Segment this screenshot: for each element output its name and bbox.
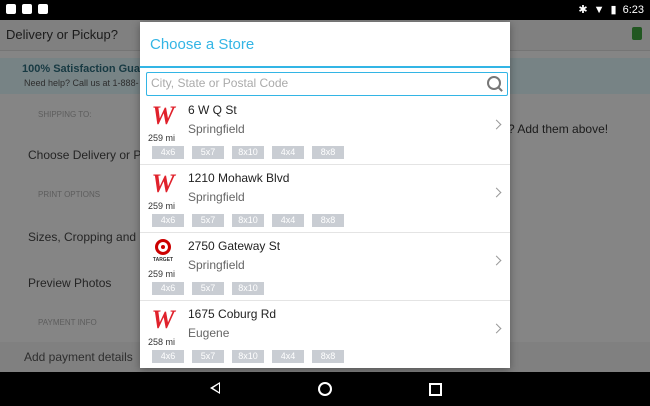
store-item[interactable]: W 259 mi 1210 Mohawk Blvd Springfield 4x… — [140, 165, 510, 233]
search-box — [146, 72, 508, 96]
store-item[interactable]: TARGET 259 mi 2750 Gateway St Springfiel… — [140, 233, 510, 301]
store-distance: 259 mi — [148, 201, 176, 211]
size-chip: 4x4 — [272, 214, 304, 227]
choose-store-dialog: Choose a Store W 259 mi 6 W Q St Springf… — [140, 22, 510, 368]
store-city: Springfield — [188, 258, 245, 272]
size-chip: 4x6 — [152, 214, 184, 227]
store-address: 6 W Q St — [188, 103, 237, 117]
clock: 6:23 — [622, 3, 644, 16]
size-chip: 8x10 — [232, 214, 264, 227]
size-chip: 4x4 — [272, 350, 304, 363]
walgreens-logo: W — [151, 101, 175, 130]
store-item[interactable]: W 259 mi 6 W Q St Springfield 4x6 5x7 8x… — [140, 97, 510, 165]
print-sizes: 4x6 5x7 8x10 4x4 8x8 — [152, 214, 344, 227]
navigation-bar — [0, 372, 650, 406]
size-chip: 5x7 — [192, 214, 224, 227]
store-distance: 259 mi — [148, 269, 176, 279]
store-address: 1675 Coburg Rd — [188, 307, 277, 321]
size-chip: 8x10 — [232, 146, 264, 159]
size-chip: 4x6 — [152, 146, 184, 159]
print-sizes: 4x6 5x7 8x10 4x4 8x8 — [152, 350, 344, 363]
wifi-icon: ▼ — [593, 3, 605, 16]
size-chip: 8x10 — [232, 282, 264, 295]
status-bar: ✱ ▼ ▮ 6:23 — [0, 0, 650, 20]
store-distance: 258 mi — [148, 337, 176, 347]
store-distance: 259 mi — [148, 133, 176, 143]
dialog-title: Choose a Store — [150, 36, 255, 53]
size-chip: 5x7 — [192, 282, 224, 295]
store-address: 2750 Gateway St — [188, 239, 281, 253]
target-bullseye-icon — [155, 239, 171, 255]
store-address: 1210 Mohawk Blvd — [188, 171, 290, 185]
chevron-right-icon — [491, 323, 502, 334]
print-sizes: 4x6 5x7 8x10 4x4 8x8 — [152, 146, 344, 159]
size-chip: 4x6 — [152, 282, 184, 295]
dialog-header: Choose a Store — [140, 22, 510, 68]
battery-icon: ▮ — [610, 4, 617, 16]
walgreens-logo: W — [151, 305, 175, 334]
size-chip: 5x7 — [192, 146, 224, 159]
chevron-right-icon — [491, 255, 502, 266]
bluetooth-icon: ✱ — [578, 4, 588, 16]
chevron-right-icon — [491, 187, 502, 198]
size-chip: 5x7 — [192, 350, 224, 363]
home-icon[interactable] — [318, 382, 332, 396]
target-logo: TARGET — [148, 239, 178, 267]
back-icon[interactable] — [210, 382, 220, 394]
chevron-right-icon — [491, 119, 502, 130]
store-list: W 259 mi 6 W Q St Springfield 4x6 5x7 8x… — [140, 97, 510, 368]
search-icon[interactable] — [487, 76, 501, 90]
size-chip: 4x6 — [152, 350, 184, 363]
notification-icon — [6, 4, 16, 14]
location-search-input[interactable] — [147, 73, 471, 93]
size-chip: 8x8 — [312, 146, 344, 159]
recents-icon[interactable] — [429, 383, 442, 396]
walgreens-logo: W — [151, 169, 175, 198]
store-item[interactable]: W 258 mi 1675 Coburg Rd Eugene 4x6 5x7 8… — [140, 301, 510, 368]
size-chip: 8x8 — [312, 350, 344, 363]
store-city: Springfield — [188, 190, 245, 204]
size-chip: 8x10 — [232, 350, 264, 363]
image-notification-icon — [22, 4, 32, 14]
target-logo-text: TARGET — [152, 257, 174, 263]
store-city: Eugene — [188, 326, 230, 340]
size-chip: 4x4 — [272, 146, 304, 159]
clipboard-icon — [38, 4, 48, 14]
size-chip: 8x8 — [312, 214, 344, 227]
store-city: Springfield — [188, 122, 245, 136]
print-sizes: 4x6 5x7 8x10 — [152, 282, 264, 295]
